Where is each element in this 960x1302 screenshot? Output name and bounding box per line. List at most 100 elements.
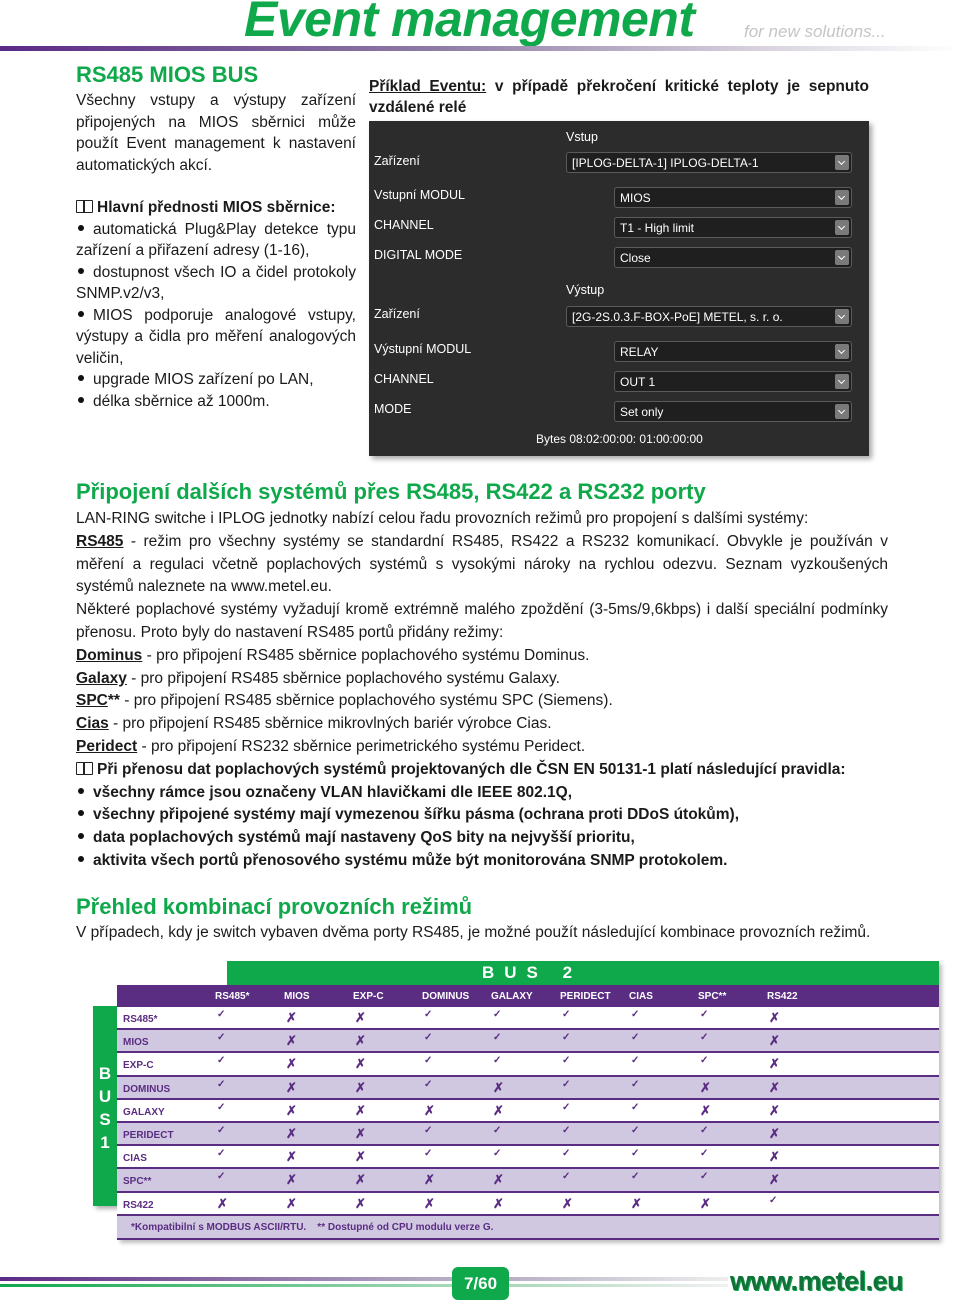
output-device-select[interactable]: [2G-2S.0.3.F-BOX-PoE] METEL, s. r. o.: [566, 306, 852, 327]
cross-icon: ✗: [286, 1056, 297, 1072]
check-icon: ✓: [217, 1101, 226, 1113]
overview-title: Přehled kombinací provozních režimů: [76, 894, 473, 919]
event-config-panel: Vstup Zařízení [IPLOG-DELTA-1] IPLOG-DEL…: [369, 121, 869, 456]
chevron-down-icon: [835, 344, 849, 359]
table-row: EXP-C ✓ ✗ ✗ ✓ ✓ ✓ ✓ ✓ ✗: [117, 1053, 939, 1077]
cross-icon: ✗: [700, 1195, 711, 1211]
cross-icon: ✗: [355, 1079, 366, 1095]
cross-icon: ✗: [217, 1195, 228, 1211]
example-caption-label: Příklad Eventu:: [369, 78, 487, 95]
mode-item: Galaxy - pro připojení RS485 sběrnice po…: [76, 668, 888, 691]
cross-icon: ✗: [355, 1195, 366, 1211]
select-value: Close: [620, 251, 651, 265]
input-module-select[interactable]: MIOS: [614, 187, 852, 208]
table-grid: RS485* MIOS EXP-C DOMINUS GALAXY PERIDECT CIAS…: [117, 985, 939, 1240]
rule-text: všechny připojené systémy mají vymezenou…: [93, 806, 740, 824]
cross-icon: ✗: [562, 1195, 573, 1211]
check-icon: ✓: [217, 1148, 226, 1160]
check-icon: ✓: [217, 1009, 226, 1020]
cross-icon: ✗: [286, 1125, 297, 1141]
cross-icon: ✗: [493, 1102, 504, 1118]
rule-text: všechny rámce jsou označeny VLAN hlavičk…: [93, 783, 572, 801]
list-item: dostupnost všech IO a čidel protokoly SN…: [76, 262, 356, 305]
check-icon: ✓: [700, 1032, 709, 1044]
check-icon: ✓: [217, 1124, 226, 1136]
chevron-down-icon: [835, 155, 849, 170]
cross-icon: ✗: [286, 1195, 297, 1211]
bus1-letter: S: [99, 1110, 111, 1129]
bullet-icon: [78, 855, 84, 862]
mode-desc: - pro připojení RS232 sběrnice perimetri…: [137, 737, 586, 755]
mode-name: Dominus: [76, 646, 143, 664]
cross-icon: ✗: [769, 1172, 780, 1188]
cross-icon: ✗: [286, 1149, 297, 1165]
cross-icon: ✗: [769, 1033, 780, 1049]
row-label: SPC**: [123, 1176, 152, 1188]
chevron-down-icon: [835, 374, 849, 389]
feature-text: automatická Plug&Play detekce typu zaříz…: [76, 220, 356, 260]
input-module-label: Vstupní MODUL: [374, 188, 466, 202]
mios-title: RS485 MIOS BUS: [76, 62, 259, 87]
table-row: GALAXY ✓ ✗ ✗ ✗ ✗ ✓ ✓ ✗ ✗: [117, 1099, 939, 1123]
bytes-readout: Bytes 08:02:00:00: 01:00:00:00: [536, 432, 703, 446]
check-icon: ✓: [493, 1032, 502, 1044]
check-icon: ✓: [424, 1009, 433, 1020]
output-channel-select[interactable]: OUT 1: [614, 371, 852, 392]
overview-section: Přehled kombinací provozních režimů V př…: [76, 893, 888, 943]
row-label: MIOS: [123, 1037, 149, 1049]
output-module-label: Výstupní MODUL: [374, 342, 472, 356]
check-icon: ✓: [493, 1009, 502, 1020]
output-channel-label: CHANNEL: [374, 372, 434, 386]
check-icon: ✓: [631, 1124, 640, 1136]
select-value: T1 - High limit: [620, 221, 695, 235]
mios-features-heading: Hlavní přednosti MIOS sběrnice:: [76, 197, 356, 219]
input-channel-select[interactable]: T1 - High limit: [614, 217, 852, 238]
check-icon: ✓: [562, 1101, 571, 1113]
list-item: aktivita všech portů přenosového systému…: [76, 850, 888, 873]
cross-icon: ✗: [355, 1149, 366, 1165]
column-header: EXP-C: [353, 991, 384, 1002]
cross-icon: ✗: [631, 1195, 642, 1211]
table-header-row: RS485* MIOS EXP-C DOMINUS GALAXY PERIDECT CIAS…: [117, 985, 939, 1007]
book-icon: [76, 761, 93, 775]
column-header: CIAS: [629, 991, 653, 1002]
check-icon: ✓: [769, 1194, 778, 1206]
output-module-select[interactable]: RELAY: [614, 341, 852, 362]
mode-name: Cias: [76, 715, 109, 733]
ports-title: Připojení dalších systémů přes RS485, RS…: [76, 479, 706, 504]
bus1-letter: B: [98, 1064, 112, 1083]
bus1-letter: 1: [100, 1133, 110, 1152]
digital-mode-select[interactable]: Close: [614, 247, 852, 268]
mode-item: SPC** - pro připojení RS485 sběrnice pop…: [76, 690, 888, 713]
book-icon: [76, 200, 93, 213]
input-section-title: Vstup: [566, 130, 598, 144]
mode-desc: - pro připojení RS485 sběrnice poplachov…: [126, 669, 560, 687]
input-device-select[interactable]: [IPLOG-DELTA-1] IPLOG-DELTA-1: [566, 152, 852, 173]
check-icon: ✓: [631, 1101, 640, 1113]
select-value: MIOS: [620, 191, 651, 205]
website-link[interactable]: www.metel.eu: [730, 1266, 904, 1297]
check-icon: ✓: [493, 1055, 502, 1067]
cross-icon: ✗: [769, 1125, 780, 1141]
cross-icon: ✗: [355, 1056, 366, 1072]
example-caption: Příklad Eventu: v případě překročení kri…: [369, 76, 869, 118]
check-icon: ✓: [217, 1055, 226, 1067]
row-label: DOMINUS: [123, 1083, 171, 1095]
row-label: RS485*: [123, 1014, 158, 1025]
mios-section: RS485 MIOS BUS Všechny vstupy a výstupy …: [76, 62, 356, 412]
check-icon: ✓: [631, 1148, 640, 1160]
bullet-icon: [78, 810, 84, 817]
output-mode-select[interactable]: Set only: [614, 401, 852, 422]
bus1-letter: U: [98, 1087, 112, 1106]
rule-text: aktivita všech portů přenosového systému…: [93, 851, 728, 869]
check-icon: ✓: [700, 1009, 709, 1020]
select-value: Set only: [620, 405, 664, 419]
feature-text: dostupnost všech IO a čidel protokoly SN…: [76, 263, 356, 303]
cross-icon: ✗: [286, 1172, 297, 1188]
chevron-down-icon: [835, 250, 849, 265]
cross-icon: ✗: [355, 1125, 366, 1141]
output-section-title: Výstup: [566, 283, 605, 297]
cross-icon: ✗: [286, 1079, 297, 1095]
bullet-icon: [78, 833, 84, 840]
cross-icon: ✗: [355, 1172, 366, 1188]
